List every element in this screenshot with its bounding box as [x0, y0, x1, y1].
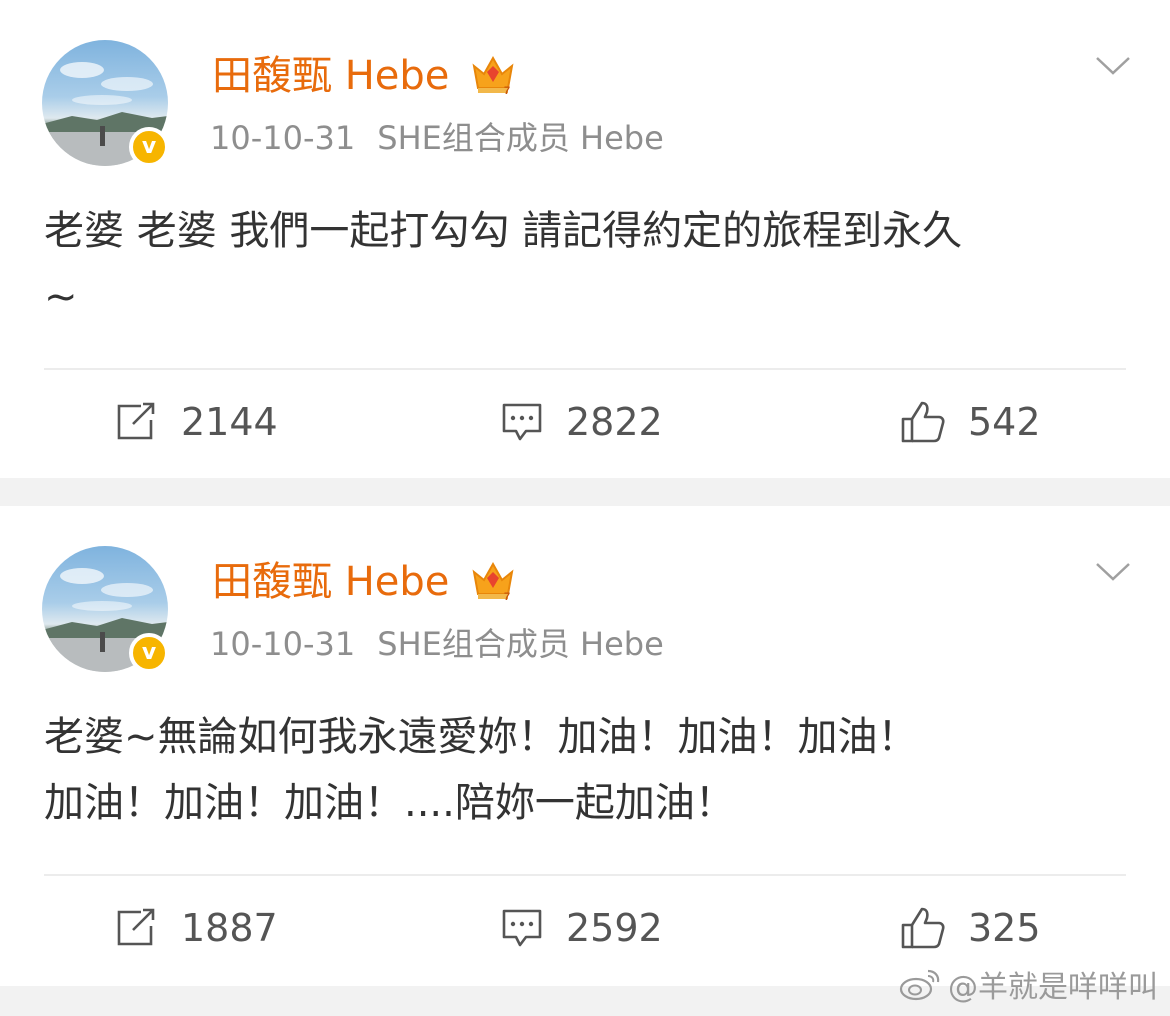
comment-icon: [502, 909, 542, 947]
svg-text:7: 7: [504, 591, 510, 602]
repost-button[interactable]: 1887: [115, 900, 278, 956]
repost-button[interactable]: 2144: [115, 394, 278, 450]
chevron-down-icon[interactable]: [1094, 54, 1132, 78]
post-content-line: 老婆 老婆 我們一起打勾勾 請記得約定的旅程到永久: [44, 208, 963, 254]
like-count: 542: [968, 400, 1041, 444]
post-time: 10-10-31: [210, 119, 356, 157]
post-content: 老婆 老婆 我們一起打勾勾 請記得約定的旅程到永久 ~: [44, 198, 1144, 330]
comment-count: 2592: [566, 906, 663, 950]
like-button[interactable]: 325: [900, 900, 1041, 956]
comment-button[interactable]: 2592: [500, 900, 663, 956]
weibo-post: v 田馥甄 Hebe 7 10-10-31 SHE组合成员 Hebe 老婆~無論如…: [0, 506, 1170, 986]
post-content-line: ~: [44, 274, 78, 320]
username[interactable]: 田馥甄 Hebe: [212, 556, 449, 608]
comment-icon: [502, 403, 542, 441]
thumbs-up-icon: [901, 401, 945, 443]
divider: [44, 874, 1126, 876]
post-meta: 10-10-31 SHE组合成员 Hebe: [210, 116, 664, 160]
post-time: 10-10-31: [210, 625, 356, 663]
comment-count: 2822: [566, 400, 663, 444]
verified-badge-icon: v: [129, 127, 169, 167]
watermark: @羊就是咩咩叫: [898, 962, 1158, 1006]
thumbs-up-icon: [901, 907, 945, 949]
vip-crown-icon: 7: [472, 55, 514, 96]
watermark-text: @羊就是咩咩叫: [948, 970, 1158, 1005]
like-button[interactable]: 542: [900, 394, 1041, 450]
repost-icon: [117, 402, 155, 440]
weibo-post: v 田馥甄 Hebe 7 10-10-31 SHE组合成员 Hebe 老婆 老婆 …: [0, 0, 1170, 478]
verified-badge-icon: v: [129, 633, 169, 673]
post-content: 老婆~無論如何我永遠愛妳！加油！加油！加油！ 加油！加油！加油！....陪妳一起…: [44, 704, 1144, 836]
repost-count: 2144: [181, 400, 278, 444]
post-content-line: 老婆~無論如何我永遠愛妳！加油！加油！加油！: [44, 714, 918, 760]
post-source: SHE组合成员 Hebe: [377, 119, 664, 157]
divider: [44, 368, 1126, 370]
post-content-line: 加油！加油！加油！....陪妳一起加油！: [44, 780, 735, 826]
comment-button[interactable]: 2822: [500, 394, 663, 450]
svg-text:7: 7: [504, 85, 510, 96]
vip-crown-icon: 7: [472, 561, 514, 602]
username[interactable]: 田馥甄 Hebe: [212, 50, 449, 102]
post-meta: 10-10-31 SHE组合成员 Hebe: [210, 622, 664, 666]
repost-count: 1887: [181, 906, 278, 950]
weibo-logo-icon: [899, 969, 940, 1001]
like-count: 325: [968, 906, 1041, 950]
chevron-down-icon[interactable]: [1094, 560, 1132, 584]
repost-icon: [117, 908, 155, 946]
post-source: SHE组合成员 Hebe: [377, 625, 664, 663]
